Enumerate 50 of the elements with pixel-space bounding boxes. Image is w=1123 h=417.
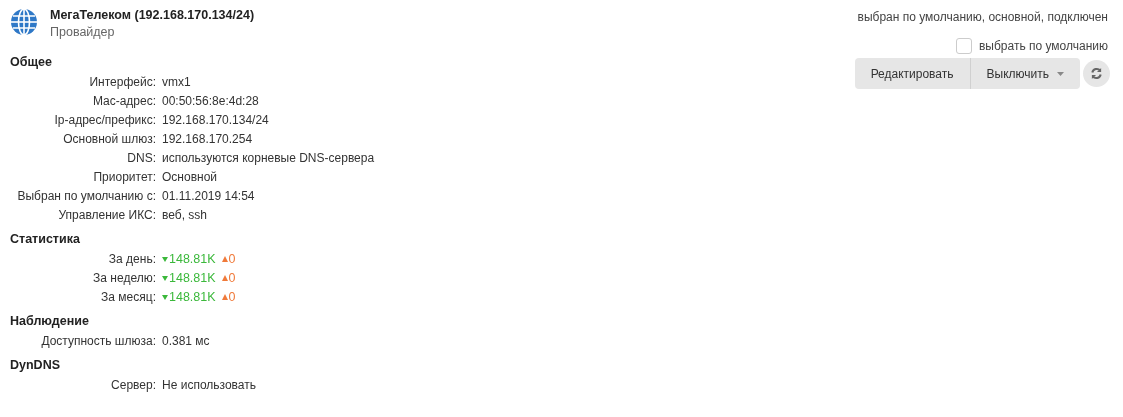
edit-button[interactable]: Редактировать — [854, 58, 970, 89]
section-title: DynDNS — [10, 358, 61, 372]
upload-value: 0 — [228, 251, 236, 266]
up-arrow-icon — [221, 255, 228, 262]
field-label: Приоритет: — [92, 169, 156, 184]
field-label: Доступность шлюза: — [40, 333, 156, 348]
down-arrow-icon — [162, 255, 168, 262]
field-value: 0.381 мс — [162, 333, 210, 348]
section-title: Общее — [10, 55, 53, 69]
caret-icon — [1057, 71, 1064, 76]
field-value: Не использовать — [162, 377, 256, 392]
download-value: 148.81K — [169, 270, 216, 285]
down-arrow-icon — [162, 274, 168, 281]
field-label: Выбран по умолчанию с: — [16, 188, 156, 203]
refresh-icon — [1090, 67, 1103, 80]
connection-type: Провайдер — [50, 25, 116, 39]
down-arrow-icon — [162, 293, 168, 300]
up-arrow-icon — [221, 293, 228, 300]
field-value: 01.11.2019 14:54 — [162, 188, 255, 203]
download-value: 148.81K — [169, 289, 216, 304]
status-text: выбран по умолчанию, основной, подключен — [857, 10, 1108, 24]
up-arrow-icon — [221, 274, 228, 281]
section-title: Статистика — [10, 232, 81, 246]
refresh-button[interactable] — [1083, 60, 1110, 87]
field-label: DNS: — [126, 150, 156, 165]
field-label: За месяц: — [100, 289, 156, 304]
checkbox-label: выбрать по умолчанию — [978, 39, 1108, 53]
download-value: 148.81K — [169, 251, 216, 266]
upload-value: 0 — [228, 289, 236, 304]
field-value: 192.168.170.134/24 — [162, 112, 269, 127]
field-value: Основной — [162, 169, 217, 184]
field-label: Ip-адрес/префикс: — [53, 112, 156, 127]
default-checkbox[interactable] — [955, 38, 972, 54]
connection-title: МегаТелеком (192.168.170.134/24) — [50, 8, 255, 22]
section-title: Наблюдение — [10, 314, 90, 328]
field-label: За день: — [107, 251, 156, 266]
field-label: Интерфейс: — [88, 74, 156, 89]
globe-icon — [10, 8, 38, 36]
field-value: vmx1 — [162, 74, 191, 89]
field-label: Основной шлюз: — [62, 131, 156, 146]
field-value: используются корневые DNS-сервера — [162, 150, 375, 165]
field-label: Mac-адрес: — [91, 93, 156, 108]
upload-value: 0 — [228, 270, 236, 285]
field-value: 192.168.170.254 — [162, 131, 253, 146]
field-label: Управление ИКС: — [57, 207, 156, 222]
field-value: 00:50:56:8e:4d:28 — [162, 93, 259, 108]
field-label: За неделю: — [92, 270, 156, 285]
field-value: веб, ssh — [162, 207, 207, 222]
disable-dropdown-button[interactable]: Выключить — [969, 58, 1080, 89]
field-label: Сервер: — [110, 377, 156, 392]
